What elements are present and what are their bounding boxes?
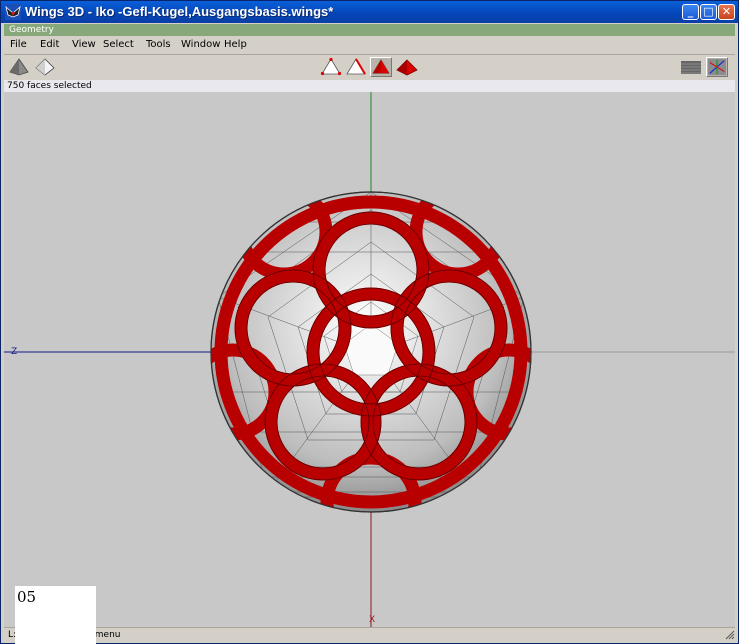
app-window: Wings 3D - Iko -Gefl-Kugel,Ausgangsbasis… [0, 0, 739, 644]
wings-app-icon[interactable] [5, 4, 21, 20]
menu-select[interactable]: Select [103, 39, 134, 50]
viewport-canvas[interactable]: Y Z X [4, 92, 735, 627]
menu-tools[interactable]: Tools [146, 39, 171, 50]
vertex-mode-icon[interactable] [320, 57, 342, 77]
menu-file[interactable]: File [10, 39, 27, 50]
axis-z-label: Z [11, 347, 17, 357]
white-cube-icon[interactable] [34, 57, 56, 77]
geometry-label: Geometry [9, 25, 54, 35]
menu-view[interactable]: View [72, 39, 96, 50]
menu-help[interactable]: Help [224, 39, 247, 50]
title-bar[interactable]: Wings 3D - Iko -Gefl-Kugel,Ausgangsbasis… [1, 1, 738, 23]
maximize-button[interactable]: □ [700, 4, 717, 20]
resize-grip-icon[interactable] [725, 630, 735, 640]
smooth-preview-icon[interactable] [680, 57, 702, 77]
face-mode-icon[interactable] [370, 57, 392, 77]
axis-x-label: X [369, 615, 375, 625]
geometry-window-bar[interactable]: Geometry [4, 24, 735, 36]
axes-toggle-icon[interactable] [706, 57, 728, 77]
sphere-mesh[interactable] [191, 190, 551, 546]
menu-bar: File Edit View Select Tools Window Help [4, 37, 735, 55]
frame-number-text: 05 [17, 588, 37, 606]
gray-cube-icon[interactable] [8, 57, 30, 77]
minimize-button[interactable]: _ [682, 4, 699, 20]
close-button[interactable]: ✕ [718, 4, 735, 20]
body-mode-icon[interactable] [396, 57, 418, 77]
edge-mode-icon[interactable] [345, 57, 367, 77]
menu-edit[interactable]: Edit [40, 39, 59, 50]
selection-info-text: 750 faces selected [7, 81, 92, 91]
menu-window[interactable]: Window [181, 39, 220, 50]
selection-info-bar: 750 faces selected [4, 80, 735, 92]
axis-y-label: Y [368, 92, 375, 93]
frame-number-overlay: 05 [15, 586, 96, 644]
status-bar: L: camera R: Show menu [4, 627, 735, 641]
window-title: Wings 3D - Iko -Gefl-Kugel,Ausgangsbasis… [25, 4, 334, 19]
toolbar [4, 55, 735, 79]
3d-viewport[interactable]: Y Z X [4, 92, 735, 627]
